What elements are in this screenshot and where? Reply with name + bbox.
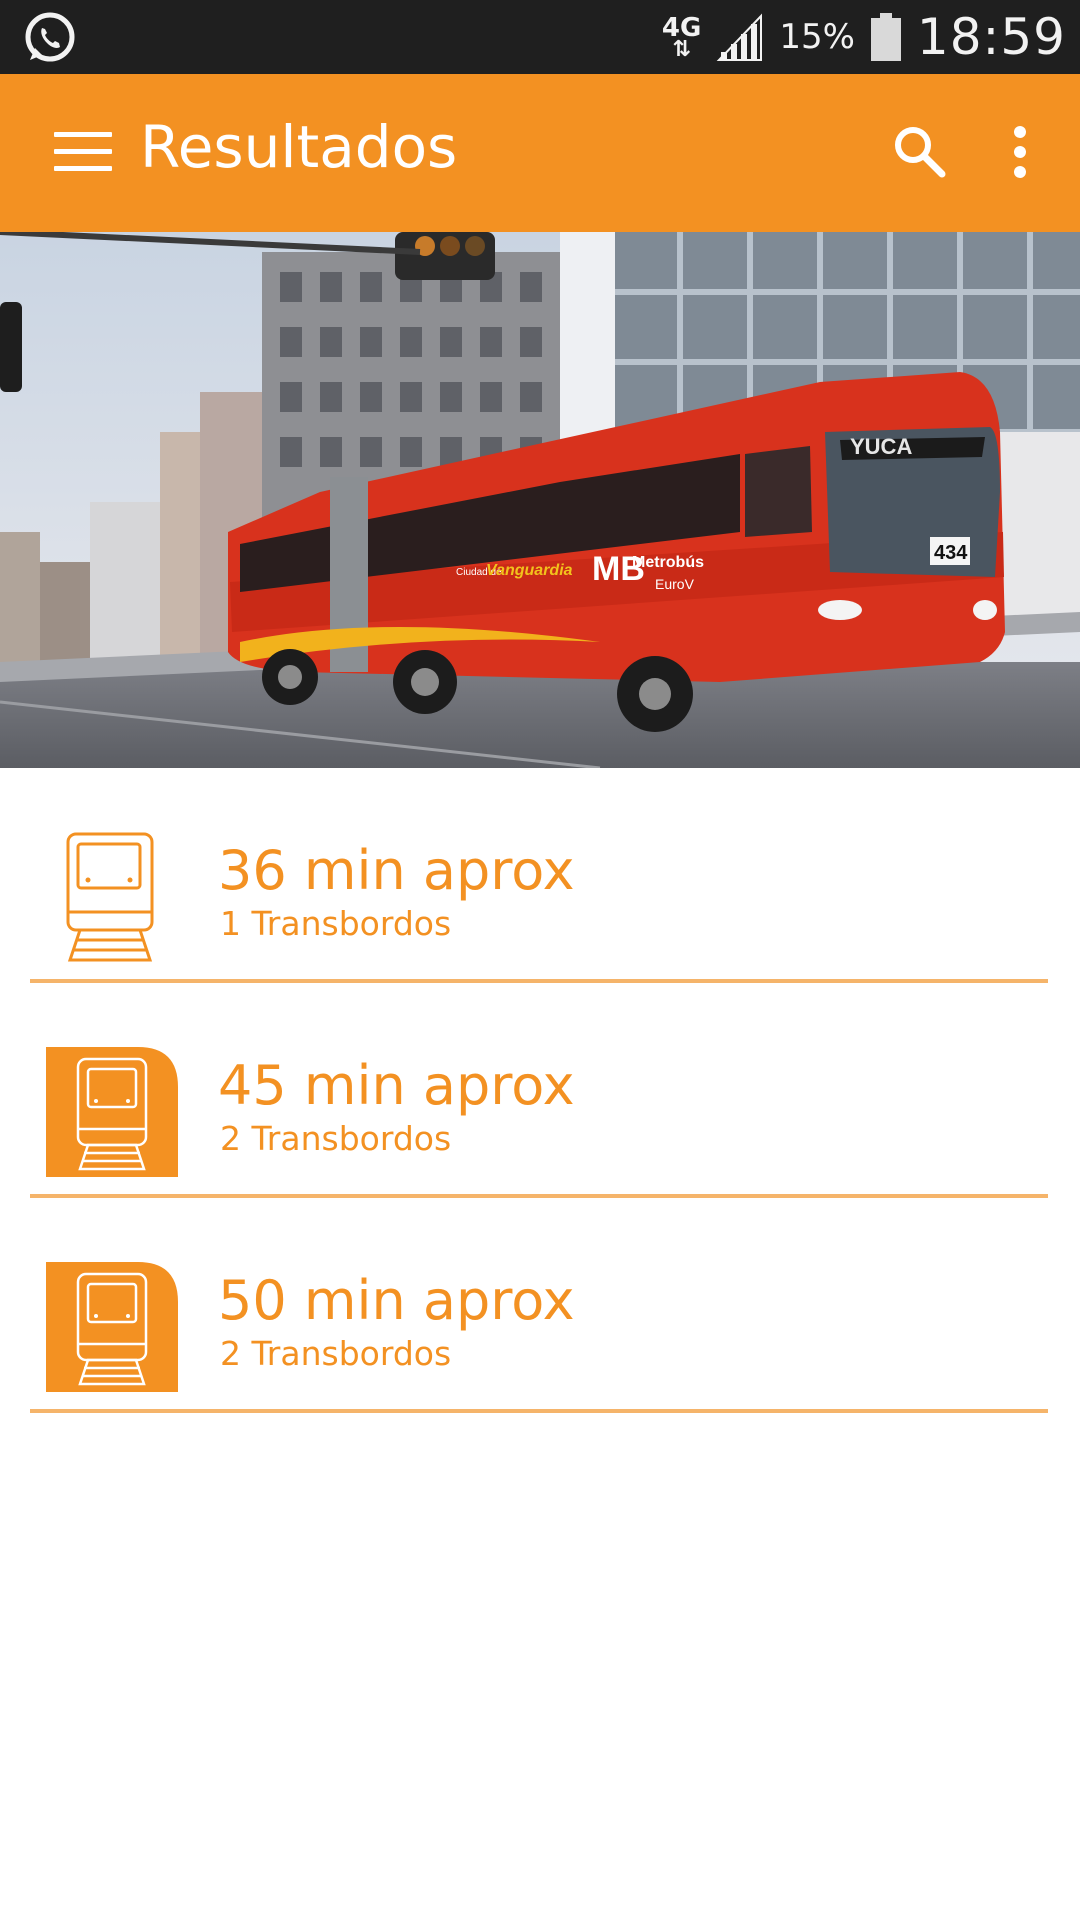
bus-model: EuroV — [655, 576, 695, 592]
result-transfers: 2 Transbordos — [220, 1119, 452, 1158]
result-item[interactable]: 45 min aprox 2 Transbordos — [0, 983, 1080, 1198]
search-icon[interactable] — [890, 122, 950, 182]
bus-number: 434 — [934, 542, 968, 564]
bus-brand: Metrobús — [632, 554, 704, 571]
battery-icon — [870, 13, 901, 61]
clock: 18:59 — [916, 8, 1066, 66]
hero-image: YUCA 434 MB Metrobús EuroV Ciudad de Van… — [0, 232, 1080, 768]
train-icon — [46, 1047, 178, 1177]
page-title: Resultados — [140, 113, 458, 181]
result-item[interactable]: 36 min aprox 1 Transbordos — [0, 768, 1080, 983]
battery-percent: 15% — [779, 17, 855, 57]
result-duration: 36 min aprox — [218, 839, 575, 902]
bus-route-sign: YUCA — [850, 434, 912, 459]
more-vert-icon[interactable] — [1000, 122, 1040, 182]
divider — [30, 1409, 1048, 1413]
hamburger-menu-icon[interactable] — [54, 132, 112, 178]
train-icon — [66, 832, 154, 962]
result-transfers: 2 Transbordos — [220, 1334, 452, 1373]
result-transfers: 1 Transbordos — [220, 904, 452, 943]
results-list: 36 min aprox 1 Transbordos 45 min aprox … — [0, 768, 1080, 1413]
result-duration: 50 min aprox — [218, 1269, 575, 1332]
whatsapp-icon — [25, 12, 75, 62]
status-bar: 4G ⇅ 15% 18:59 — [0, 0, 1080, 74]
result-duration: 45 min aprox — [218, 1054, 575, 1117]
signal-icon — [716, 13, 763, 61]
app-bar: Resultados — [0, 74, 1080, 232]
train-icon — [46, 1262, 178, 1392]
result-item[interactable]: 50 min aprox 2 Transbordos — [0, 1198, 1080, 1413]
network-type-indicator: 4G ⇅ — [661, 13, 702, 62]
bus-slogan: Vanguardia — [486, 562, 573, 579]
metrobus-photo: YUCA 434 MB Metrobús EuroV Ciudad de Van… — [0, 232, 1080, 768]
